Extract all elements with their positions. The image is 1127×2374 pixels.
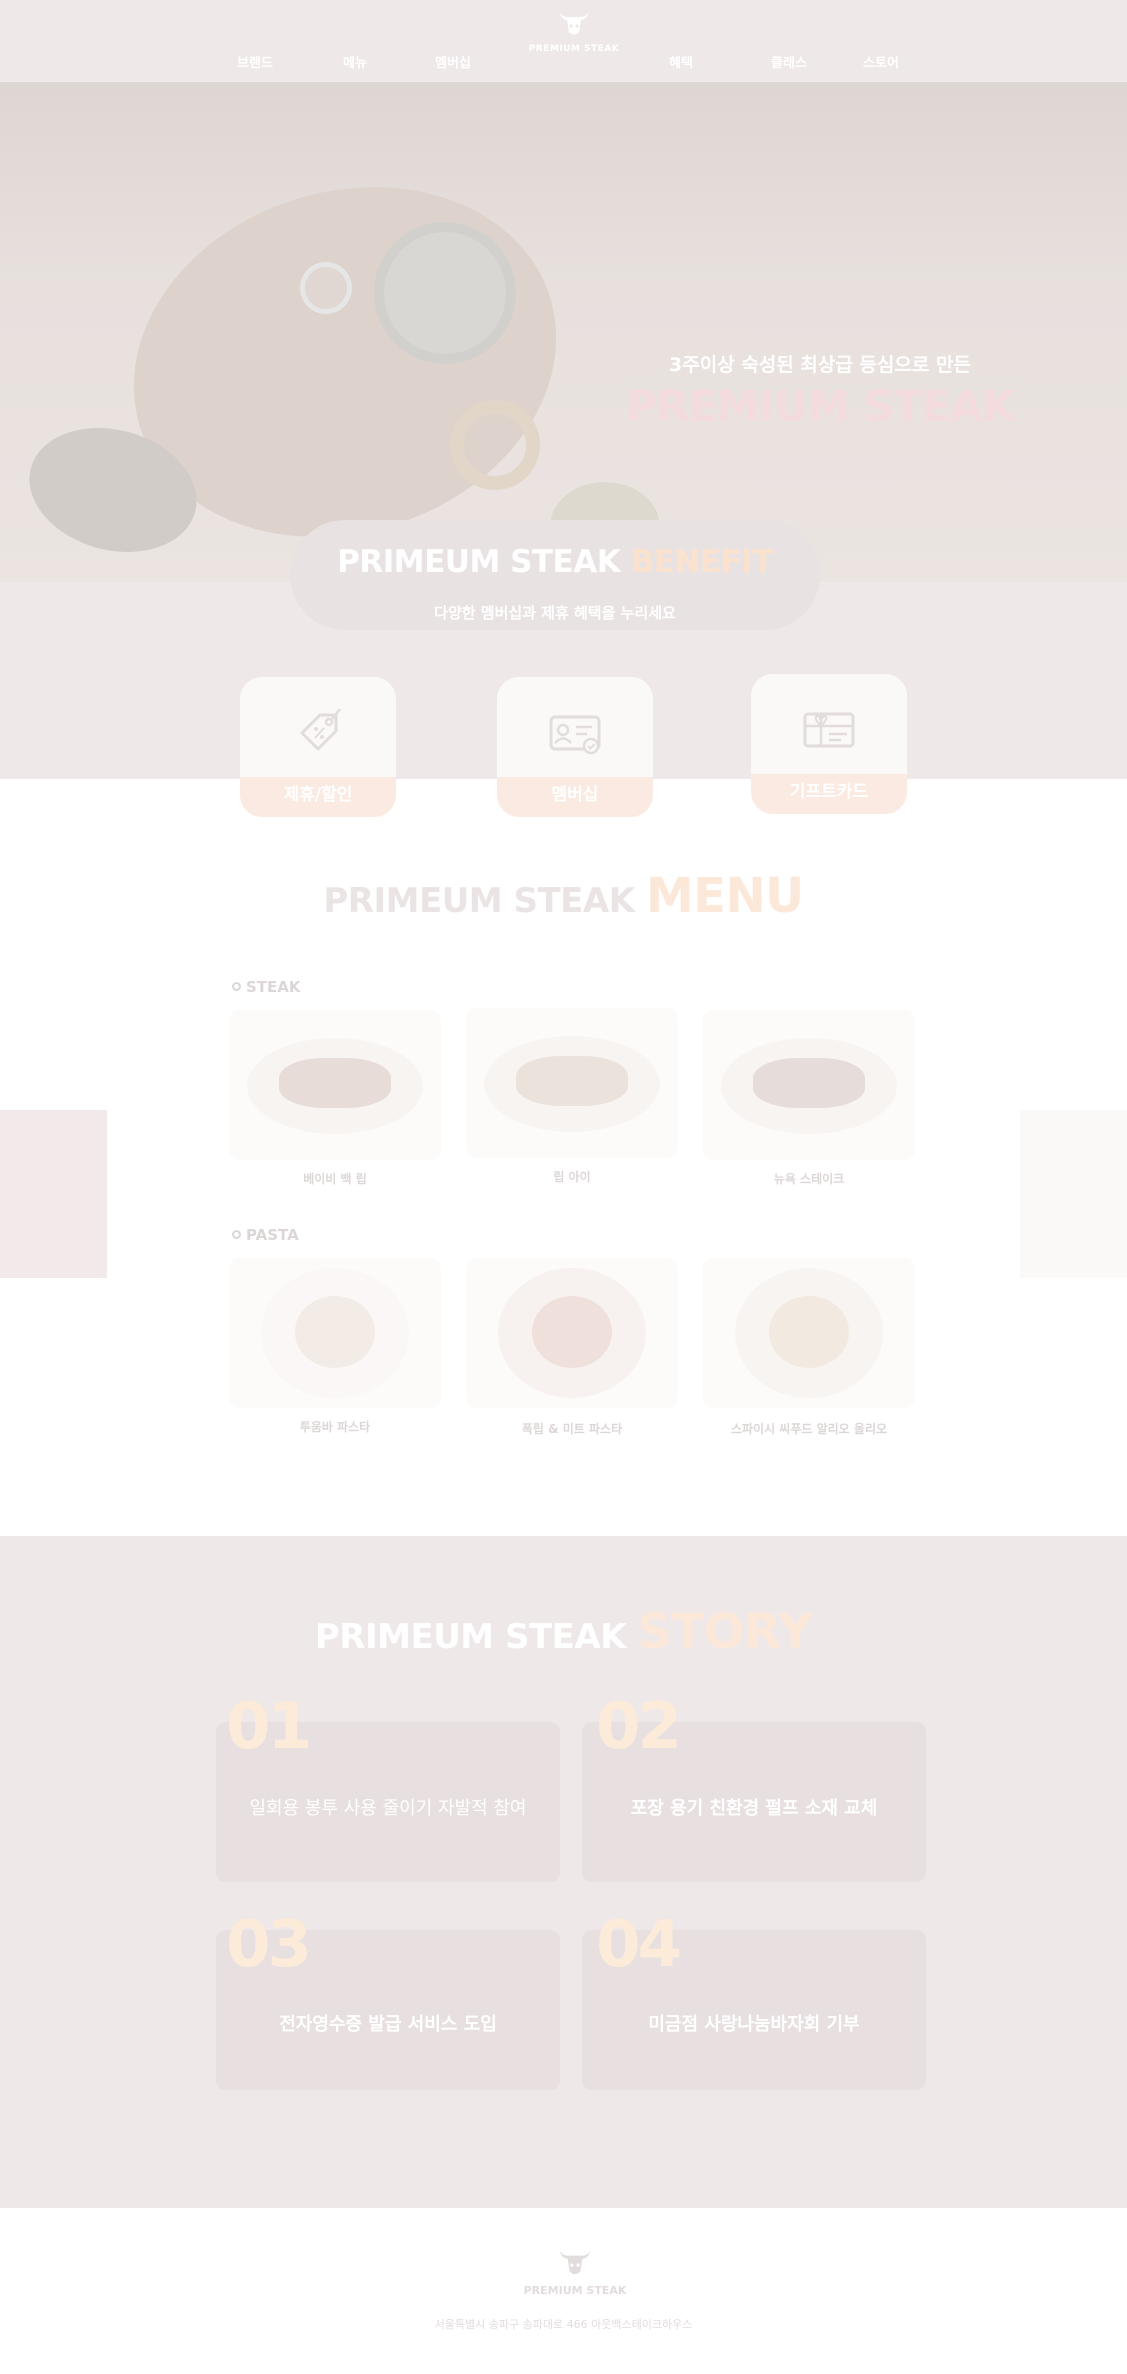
nav-benefit[interactable]: 혜택 (626, 52, 736, 71)
logo-text: PREMIUM STEAK (528, 44, 620, 54)
story-title-main: PRIMEUM STEAK (314, 1617, 627, 1657)
bull-logo-icon (559, 2249, 591, 2275)
bull-logo-icon (559, 11, 589, 35)
story-number: 01 (226, 1690, 312, 1764)
category-steak: STEAK (232, 978, 301, 996)
hero-onion-rings (450, 400, 540, 490)
card-label: 기프트카드 (751, 774, 907, 814)
benefit-card-partnership[interactable]: 제휴/할인 (240, 677, 396, 817)
benefit-title: PRIMEUM STEAK BENEFIT (290, 544, 820, 580)
nav-brand[interactable]: 브랜드 (200, 52, 310, 71)
menu-title-accent: MENU (645, 868, 804, 924)
hero-salad-bowl (374, 222, 516, 364)
food-image (516, 1056, 628, 1106)
gift-card-icon (751, 700, 907, 760)
carousel-prev-button[interactable] (0, 1110, 107, 1278)
footer-logo-text: PREMIUM STEAK (523, 2284, 627, 2297)
menu-item-rib-eye[interactable] (466, 1008, 678, 1158)
menu-item-newyork-steak[interactable] (703, 1010, 915, 1160)
category-pasta: PASTA (232, 1226, 299, 1244)
story-number: 02 (596, 1690, 682, 1764)
card-label: 제휴/할인 (240, 777, 396, 817)
menu-item-name: 베이비 백 립 (303, 1172, 367, 1186)
bullet-icon (232, 1230, 241, 1239)
story-number: 03 (226, 1908, 312, 1982)
menu-item-name: 투움바 파스타 (299, 1420, 371, 1434)
food-image (532, 1296, 612, 1368)
benefit-card-giftcard[interactable]: 기프트카드 (751, 674, 907, 814)
hero-banner (0, 82, 1127, 582)
nav-store[interactable]: 스토어 (826, 52, 936, 71)
menu-title-main: PRIMEUM STEAK (323, 881, 635, 921)
tag-icon (240, 703, 396, 763)
menu-title: PRIMEUM STEAK MENU (0, 868, 1127, 924)
menu-item-spicy-seafood-aglio[interactable] (703, 1258, 915, 1408)
benefit-title-accent: BENEFIT (630, 544, 774, 580)
story-text: 미금점 사랑나눔바자회 기부 (648, 2014, 860, 2035)
story-text: 전자영수증 발급 서비스 도입 (279, 2014, 497, 2035)
story-title-accent: STORY (637, 1604, 813, 1660)
card-label: 멤버십 (497, 777, 653, 817)
hero-title: PREMIUM STEAK (625, 382, 1016, 432)
menu-item-baby-back-rib[interactable] (229, 1010, 441, 1160)
menu-item-rib-meat-pasta[interactable] (466, 1258, 678, 1408)
menu-item-name: 스파이시 씨푸드 알리오 올리오 (730, 1422, 888, 1436)
hero-sauce-cup (300, 262, 352, 314)
site-logo[interactable]: PREMIUM STEAK (520, 8, 628, 60)
menu-item-name: 뉴욕 스테이크 (773, 1172, 845, 1186)
food-image (753, 1058, 865, 1108)
footer-logo: PREMIUM STEAK (520, 2246, 630, 2297)
category-label: STEAK (246, 978, 301, 996)
menu-item-toowoomba-pasta[interactable] (229, 1258, 441, 1408)
footer-address: 서울특별시 송파구 송파대로 466 아웃백스테이크하우스 (434, 2318, 693, 2331)
story-title: PRIMEUM STEAK STORY (0, 1604, 1127, 1660)
category-label: PASTA (246, 1226, 299, 1244)
menu-item-name: 폭립 & 미트 파스타 (521, 1422, 623, 1436)
hero-subtitle: 3주이상 숙성된 최상급 등심으로 만든 (669, 354, 971, 376)
benefit-subtitle: 다양한 멤버십과 제휴 혜택을 누리세요 (434, 604, 676, 622)
story-number: 04 (596, 1908, 682, 1982)
story-text: 포장 용기 친환경 펄프 소재 교체 (630, 1798, 878, 1819)
nav-menu[interactable]: 메뉴 (300, 52, 410, 71)
story-text: 일회용 봉투 사용 줄이기 자발적 참여 (249, 1798, 527, 1819)
carousel-next-button[interactable] (1020, 1110, 1127, 1278)
menu-item-name: 립 아이 (553, 1170, 591, 1184)
member-card-icon (497, 703, 653, 763)
nav-membership[interactable]: 멤버십 (398, 52, 508, 71)
food-image (769, 1296, 849, 1368)
food-image (279, 1058, 391, 1108)
benefit-title-main: PRIMEUM STEAK (337, 544, 621, 580)
bullet-icon (232, 982, 241, 991)
food-image (295, 1296, 375, 1368)
benefit-card-membership[interactable]: 멤버십 (497, 677, 653, 817)
